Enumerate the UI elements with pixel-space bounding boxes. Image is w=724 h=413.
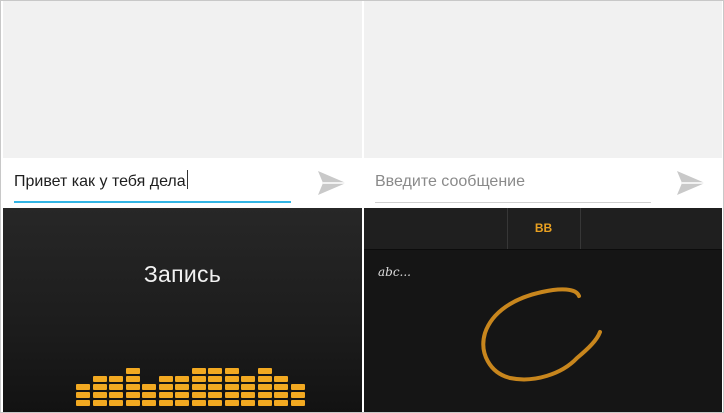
level-segment <box>175 376 189 382</box>
send-icon[interactable] <box>314 167 350 199</box>
level-segment <box>208 400 222 406</box>
handwriting-canvas[interactable] <box>364 208 722 412</box>
level-segment <box>92 384 107 390</box>
level-segment <box>208 392 222 398</box>
level-segment <box>241 376 255 382</box>
level-segment <box>257 384 272 390</box>
level-segment <box>76 384 90 390</box>
level-segment <box>224 400 239 406</box>
audio-level-meter <box>3 208 362 412</box>
level-segment <box>76 392 90 398</box>
level-segment <box>191 400 206 406</box>
message-compose-bar: Введите сообщение <box>364 158 722 208</box>
level-segment <box>290 392 305 398</box>
level-segment <box>158 392 173 398</box>
level-segment <box>125 384 140 390</box>
level-segment <box>241 400 255 406</box>
level-segment <box>191 376 206 382</box>
level-segment <box>76 400 90 406</box>
level-segment <box>142 384 156 390</box>
level-segment <box>125 376 140 382</box>
level-segment <box>142 392 156 398</box>
level-segment <box>125 400 140 406</box>
level-segment <box>224 392 239 398</box>
level-segment <box>241 384 255 390</box>
voice-keyboard[interactable]: Запись <box>3 208 362 412</box>
level-segment <box>125 368 140 374</box>
handwriting-keyboard: BB abc... <box>364 208 722 412</box>
text-cursor <box>186 170 188 189</box>
level-segment <box>224 384 239 390</box>
level-segment <box>175 384 189 390</box>
level-segment <box>109 392 123 398</box>
conversation-area <box>364 1 722 158</box>
level-segment <box>191 384 206 390</box>
message-input-value: Привет как у тебя дела <box>14 173 186 190</box>
level-segment <box>224 376 239 382</box>
level-segment <box>142 400 156 406</box>
level-segment <box>92 392 107 398</box>
input-underline <box>375 202 651 203</box>
level-segment <box>158 376 173 382</box>
handwriting-input-screen: Введите сообщение BB abc... <box>364 1 722 412</box>
screenshot-frame: Привет как у тебя дела Запись Введите со… <box>0 0 724 413</box>
level-segment <box>257 376 272 382</box>
input-focus-underline <box>14 201 291 203</box>
level-segment <box>290 384 305 390</box>
level-segment <box>274 376 288 382</box>
level-segment <box>125 392 140 398</box>
level-segment <box>175 400 189 406</box>
level-segment <box>92 400 107 406</box>
level-segment <box>241 392 255 398</box>
message-compose-bar: Привет как у тебя дела <box>3 158 362 208</box>
conversation-area <box>3 1 362 158</box>
level-segment <box>208 376 222 382</box>
level-segment <box>92 376 107 382</box>
level-segment <box>158 384 173 390</box>
voice-input-screen: Привет как у тебя дела Запись <box>3 1 362 412</box>
message-input[interactable]: Привет как у тебя дела <box>14 170 188 194</box>
level-segment <box>274 384 288 390</box>
level-segment <box>158 400 173 406</box>
level-segment <box>109 384 123 390</box>
handwritten-stroke <box>481 287 602 382</box>
level-segment <box>175 392 189 398</box>
send-icon[interactable] <box>673 167 709 199</box>
level-segment <box>208 368 222 374</box>
level-segment <box>191 392 206 398</box>
level-segment <box>274 392 288 398</box>
level-segment <box>224 368 239 374</box>
level-segment <box>257 392 272 398</box>
level-segment <box>208 384 222 390</box>
level-segment <box>257 400 272 406</box>
level-segment <box>274 400 288 406</box>
level-segment <box>290 400 305 406</box>
level-segment <box>109 376 123 382</box>
level-segment <box>257 368 272 374</box>
level-segment <box>191 368 206 374</box>
level-segment <box>109 400 123 406</box>
message-input[interactable]: Введите сообщение <box>375 170 525 194</box>
